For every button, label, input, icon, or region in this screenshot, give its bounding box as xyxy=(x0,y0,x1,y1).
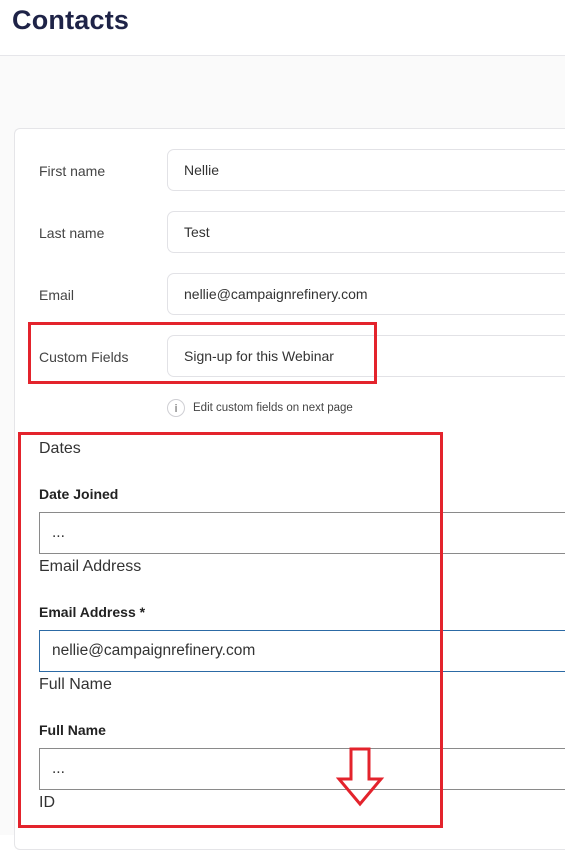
header-bar: Contacts xyxy=(0,0,565,56)
last-name-input[interactable]: Test xyxy=(167,211,565,253)
full-name-input[interactable]: ... xyxy=(39,748,565,790)
custom-fields-label: Custom Fields xyxy=(39,349,129,365)
dates-heading: Dates xyxy=(39,440,81,457)
first-name-input[interactable]: Nellie xyxy=(167,149,565,191)
full-name-heading: Full Name xyxy=(39,676,112,693)
info-icon: i xyxy=(167,399,185,417)
email-label: Email xyxy=(39,287,75,303)
date-joined-label: Date Joined xyxy=(39,486,119,502)
custom-fields-select[interactable]: Sign-up for this Webinar xyxy=(167,335,565,377)
full-name-label: Full Name xyxy=(39,722,106,738)
email-address-input[interactable]: nellie@campaignrefinery.com xyxy=(39,630,565,672)
email-address-heading: Email Address xyxy=(39,558,142,575)
last-name-label: Last name xyxy=(39,225,105,241)
down-arrow-icon xyxy=(336,747,385,807)
email-input[interactable]: nellie@campaignrefinery.com xyxy=(167,273,565,315)
first-name-label: First name xyxy=(39,163,106,179)
email-address-label: Email Address * xyxy=(39,604,146,620)
date-joined-input[interactable]: ... xyxy=(39,512,565,554)
id-heading: ID xyxy=(39,794,55,811)
page-title: Contacts xyxy=(12,5,130,35)
hint-text: Edit custom fields on next page xyxy=(193,402,353,414)
custom-fields-hint: i Edit custom fields on next page xyxy=(167,398,353,418)
